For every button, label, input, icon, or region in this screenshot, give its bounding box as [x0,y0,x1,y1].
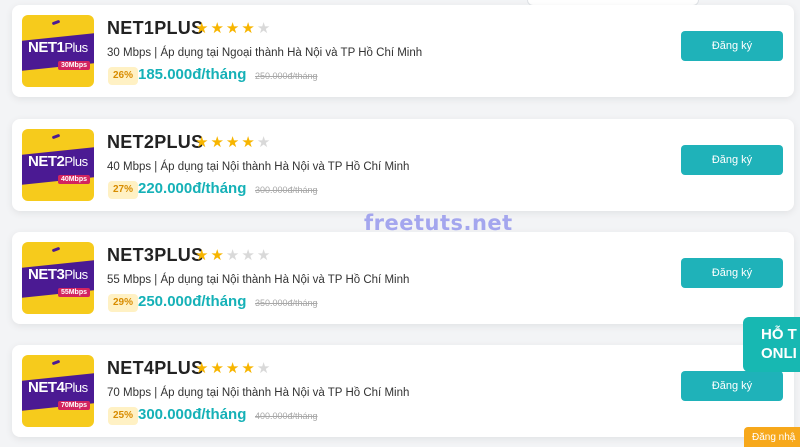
package-logo: NET2Plus 40Mbps [22,129,94,201]
star-icon: ★ [195,20,211,37]
package-description: 70 Mbps | Áp dụng tại Nội thành Hà Nội v… [107,387,410,399]
star-icon: ★ [256,360,273,377]
old-price: 400.000đ/tháng [255,411,318,421]
star-icon: ★ [210,20,226,37]
package-title: NET2PLUS [107,132,204,152]
logo-speed: 40Mbps [57,175,90,184]
rating-stars: ★★★★★ [195,246,272,264]
package-price: 250.000đ/tháng [138,293,247,310]
package-card-net3plus: NET3Plus 55Mbps NET3PLUS ★★★★★ 55 Mbps |… [12,232,794,324]
star-icon: ★ [256,20,273,37]
watermark-text: freetuts.net [364,211,513,235]
discount-badge: 25% [108,407,139,425]
rating-stars: ★★★★★ [195,359,272,377]
support-line-1: HỖ T [761,326,797,343]
discount-badge: 27% [108,181,139,199]
logo-speed: 30Mbps [57,61,90,70]
rating-stars: ★★★★★ [195,133,272,151]
package-card-net1plus: NET1Plus 30Mbps NET1PLUS ★★★★★ 30 Mbps |… [12,5,794,97]
spark-icon [51,246,61,253]
register-button[interactable]: Đăng ký [681,258,783,288]
package-price: 300.000đ/tháng [138,406,247,423]
star-icon: ★ [210,247,226,264]
register-button[interactable]: Đăng ký [681,371,783,401]
support-online-widget[interactable]: HỖ T ONLI [743,317,800,372]
logo-text: NET2Plus [28,153,88,170]
package-card-net4plus: NET4Plus 70Mbps NET4PLUS ★★★★★ 70 Mbps |… [12,345,794,437]
star-icon: ★ [195,134,211,151]
spark-icon [51,19,61,26]
star-icon: ★ [195,360,211,377]
star-icon: ★ [256,247,273,264]
discount-badge: 29% [108,294,139,312]
logo-text: NET4Plus [28,379,88,396]
spark-icon [51,133,61,140]
package-price: 185.000đ/tháng [138,66,247,83]
package-description: 55 Mbps | Áp dụng tại Nội thành Hà Nội v… [107,274,410,286]
logo-speed: 70Mbps [57,401,90,410]
register-button[interactable]: Đăng ký [681,145,783,175]
star-icon: ★ [241,134,257,151]
register-button[interactable]: Đăng ký [681,31,783,61]
register-tab[interactable]: Đăng nhậ [744,427,800,447]
package-card-net2plus: NET2Plus 40Mbps NET2PLUS ★★★★★ 40 Mbps |… [12,119,794,211]
logo-speed: 55Mbps [57,288,90,297]
package-description: 30 Mbps | Áp dụng tại Ngoại thành Hà Nội… [107,47,423,59]
package-description: 40 Mbps | Áp dụng tại Nội thành Hà Nội v… [107,161,410,173]
star-icon: ★ [225,247,242,264]
star-icon: ★ [256,134,273,151]
discount-badge: 26% [108,67,139,85]
logo-text: NET1Plus [28,39,88,56]
star-icon: ★ [241,360,257,377]
package-logo: NET3Plus 55Mbps [22,242,94,314]
old-price: 250.000đ/tháng [255,71,318,81]
old-price: 350.000đ/tháng [255,298,318,308]
old-price: 300.000đ/tháng [255,185,318,195]
star-icon: ★ [225,360,242,377]
star-icon: ★ [241,247,257,264]
package-title: NET1PLUS [107,18,204,38]
package-logo: NET4Plus 70Mbps [22,355,94,427]
star-icon: ★ [241,20,257,37]
spark-icon [51,359,61,366]
star-icon: ★ [225,20,242,37]
star-icon: ★ [195,247,211,264]
package-title: NET4PLUS [107,358,204,378]
package-price: 220.000đ/tháng [138,180,247,197]
logo-text: NET3Plus [28,266,88,283]
package-logo: NET1Plus 30Mbps [22,15,94,87]
star-icon: ★ [210,134,226,151]
star-icon: ★ [210,360,226,377]
package-title: NET3PLUS [107,245,204,265]
star-icon: ★ [225,134,242,151]
rating-stars: ★★★★★ [195,19,272,37]
support-line-2: ONLI [761,345,797,362]
